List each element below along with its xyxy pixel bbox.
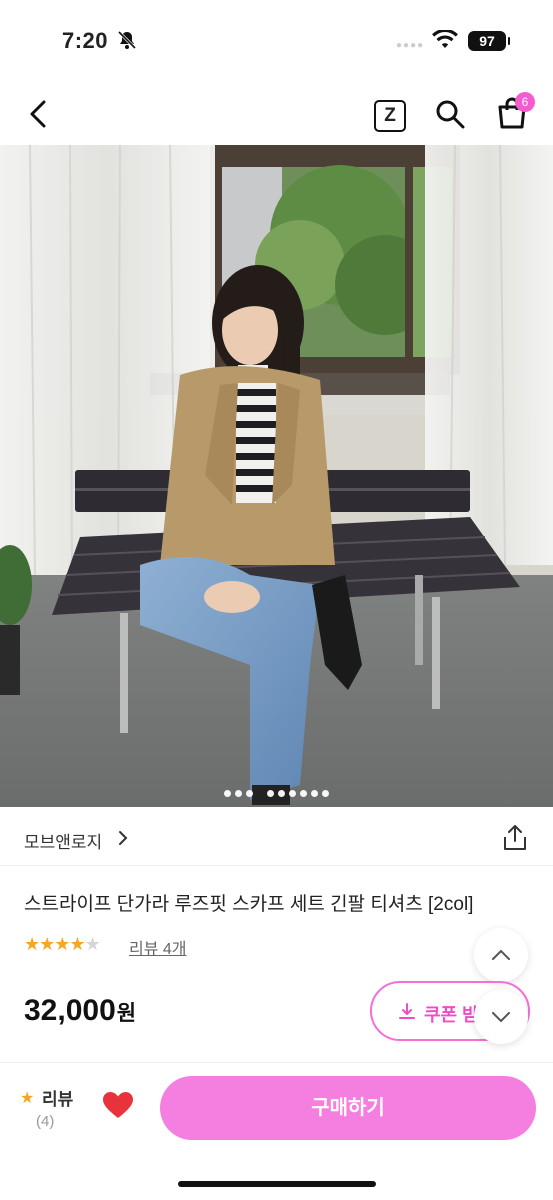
- price-value: 32,000: [24, 994, 116, 1027]
- download-icon: [398, 1002, 416, 1025]
- seller-row[interactable]: 모브앤로지: [0, 808, 553, 866]
- home-indicator: [178, 1181, 376, 1187]
- zigzag-z-button[interactable]: Z: [374, 100, 406, 132]
- status-bar: 7:20 ●●●● 97: [0, 0, 553, 80]
- battery-indicator: 97: [468, 31, 510, 51]
- chevron-down-icon: [492, 1012, 510, 1023]
- pager-dot[interactable]: [289, 790, 296, 797]
- pager-dot[interactable]: [235, 790, 242, 797]
- status-time: 7:20: [62, 28, 109, 53]
- product-title: 스트라이프 단가라 루즈핏 스카프 세트 긴팔 티셔츠 [2col]: [24, 894, 474, 915]
- rating-stars: ★★★★★: [24, 934, 101, 954]
- chevron-up-icon: [492, 949, 510, 960]
- bottom-action-bar: ★ 리뷰 (4) 구매하기: [0, 1062, 553, 1200]
- pager-dot[interactable]: [224, 790, 231, 797]
- pager-dot[interactable]: [322, 790, 329, 797]
- review-star-icon: ★: [20, 1090, 35, 1107]
- seller-name[interactable]: 모브앤로지: [24, 828, 102, 853]
- image-pager: [0, 784, 553, 802]
- pager-dot[interactable]: [278, 790, 285, 797]
- review-count-link[interactable]: 리뷰 4개: [129, 935, 187, 959]
- pager-dot[interactable]: [300, 790, 307, 797]
- bell-muted-icon: [117, 30, 137, 55]
- top-nav: Z 6: [0, 86, 553, 142]
- product-image[interactable]: [0, 145, 553, 807]
- chevron-right-icon: [117, 830, 129, 851]
- bottom-review-count: (4): [36, 1113, 55, 1130]
- signal-dots-icon: ●●●●: [396, 40, 425, 51]
- pager-dot[interactable]: [246, 790, 253, 797]
- wifi-icon: [432, 28, 458, 55]
- coupon-label: 쿠폰 받: [424, 1005, 479, 1025]
- scroll-up-button[interactable]: [474, 928, 528, 982]
- share-icon[interactable]: [502, 824, 528, 857]
- search-icon[interactable]: [434, 98, 466, 135]
- back-arrow-icon[interactable]: [24, 98, 54, 135]
- scroll-down-button[interactable]: [474, 990, 528, 1044]
- buy-button[interactable]: 구매하기: [160, 1076, 536, 1140]
- product-price: 32,000원: [24, 994, 136, 1028]
- pager-dot[interactable]: [267, 790, 274, 797]
- heart-icon[interactable]: [102, 1091, 134, 1124]
- cart-count-badge: 6: [515, 92, 535, 112]
- bottom-review-label[interactable]: 리뷰: [42, 1085, 73, 1110]
- price-currency: 원: [116, 1002, 137, 1025]
- pager-dot[interactable]: [311, 790, 318, 797]
